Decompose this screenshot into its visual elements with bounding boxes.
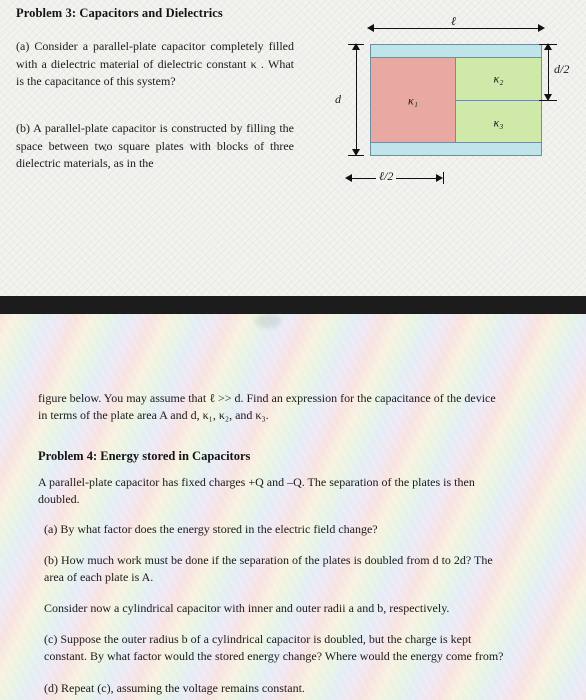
dhalf-arrow-line (548, 48, 549, 97)
problem3-part-b-text: (b) A parallel-plate capacitor is constr… (16, 121, 294, 170)
top-plate (371, 45, 541, 58)
problem4-title: Problem 4: Energy stored in Capacitors (38, 449, 251, 463)
bottom-plate (371, 142, 541, 155)
halflength-end-tick (443, 172, 444, 184)
capacitor-figure: ℓ κ₁ κ₂ κ₃ d d/2 ℓ/2 (318, 10, 576, 200)
kappa3-label: κ₃ (493, 115, 504, 129)
length-arrow-head-left (367, 24, 374, 32)
scan-smudge (255, 314, 281, 328)
problem4-cylindrical-note: Consider now a cylindrical capacitor wit… (44, 601, 450, 615)
kappa1-label: κ₁ (408, 93, 418, 108)
scan-divider-band (0, 296, 586, 314)
halflength-label: ℓ/2 (376, 169, 397, 184)
dielectric-block-kappa3: κ₃ (456, 101, 541, 144)
dielectric-block-kappa2: κ₂ (456, 58, 541, 101)
capacitor-body: κ₁ κ₂ κ₃ (370, 44, 542, 156)
length-arrow-head-right (538, 24, 545, 32)
dhalf-arrow-head-up (544, 43, 552, 50)
d-arrow-line (356, 48, 357, 152)
problem4-intro-text: A parallel-plate capacitor has fixed cha… (38, 475, 475, 506)
d-arrow-head-down (352, 149, 360, 156)
problem4-part-a-text: (a) By what factor does the energy store… (44, 522, 378, 536)
bottom-scan-section: figure below. You may assume that ℓ >> d… (0, 314, 586, 700)
document-page: Problem 3: Capacitors and Dielectrics (a… (0, 0, 586, 700)
d-arrow-head-up (352, 43, 360, 50)
problem3-title: Problem 3: Capacitors and Dielectrics (16, 6, 223, 20)
top-scan-section: Problem 3: Capacitors and Dielectrics (a… (0, 0, 586, 296)
halflength-arrow-head-right (436, 174, 443, 182)
problem4-part-d-text: (d) Repeat (c), assuming the voltage rem… (44, 681, 305, 695)
length-label: ℓ (451, 14, 456, 28)
problem3-continuation-text: figure below. You may assume that ℓ >> d… (38, 391, 496, 422)
problem4-part-c-text: (c) Suppose the outer radius b of a cyli… (44, 632, 504, 663)
length-arrow-line (374, 28, 538, 29)
problem4-part-b-text: (b) How much work must be done if the se… (44, 553, 493, 584)
dhalf-arrow-head-down (544, 94, 552, 101)
kappa2-label: κ₂ (493, 71, 504, 86)
d-label: d (335, 92, 341, 106)
dielectric-block-kappa1: κ₁ (371, 58, 456, 144)
problem3-part-a-text: (a) Consider a parallel-plate capacitor … (16, 39, 294, 88)
dhalf-label: d/2 (554, 62, 570, 76)
halflength-arrow-head-left (345, 174, 352, 182)
